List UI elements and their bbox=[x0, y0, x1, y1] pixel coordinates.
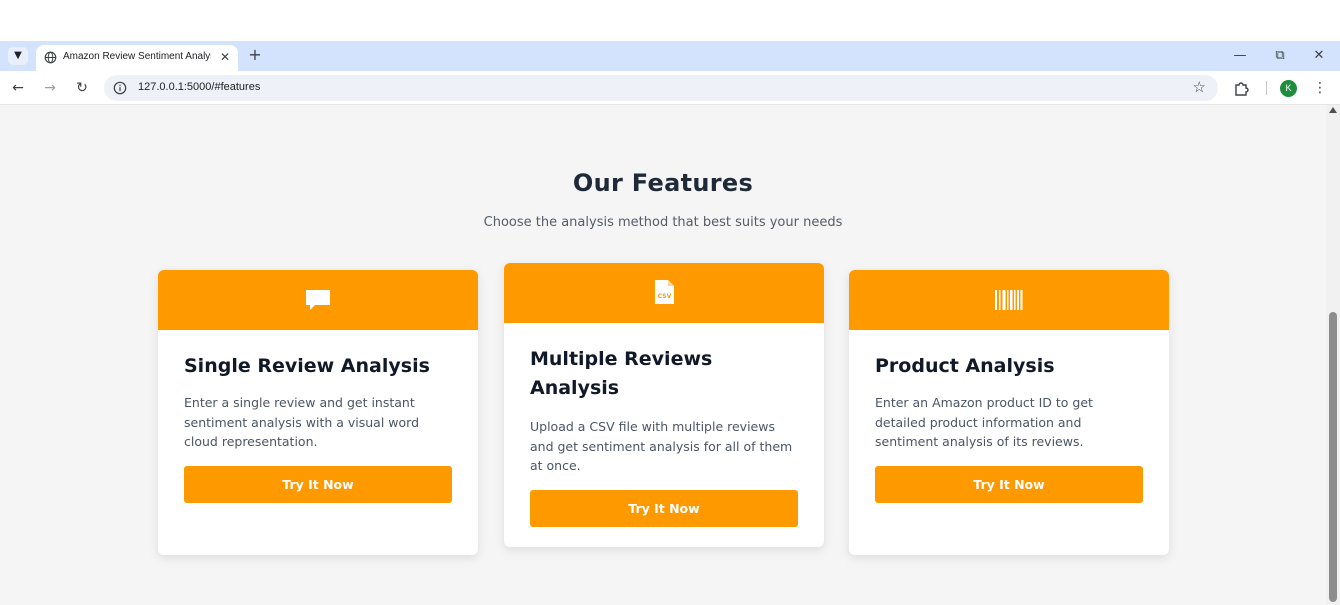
card-title: Single Review Analysis bbox=[184, 355, 430, 377]
try-it-now-button[interactable]: Try It Now bbox=[875, 465, 1143, 503]
card-description: Upload a CSV file with multiple reviews … bbox=[530, 419, 793, 473]
try-it-now-button[interactable]: Try It Now bbox=[530, 489, 798, 527]
page-scrollbar[interactable] bbox=[1326, 105, 1340, 605]
feature-card-multiple-reviews: CSV Multiple Reviews Analysis Upload a C… bbox=[504, 263, 824, 547]
close-window-icon[interactable]: ✕ bbox=[1309, 47, 1329, 65]
restore-icon[interactable]: ⧉ bbox=[1270, 47, 1290, 65]
top-blank-area bbox=[0, 0, 1340, 41]
page-viewport: Our Features Choose the analysis method … bbox=[0, 105, 1326, 605]
card-description: Enter an Amazon product ID to get detail… bbox=[875, 395, 1093, 449]
browser-toolbar: ← → ↻ 127.0.0.1:5000/#features ☆ K ⋮ bbox=[0, 71, 1340, 105]
address-bar[interactable]: 127.0.0.1:5000/#features ☆ bbox=[104, 75, 1218, 101]
card-title: Multiple Reviews Analysis bbox=[530, 348, 713, 399]
card-header bbox=[158, 270, 478, 330]
comment-icon bbox=[306, 290, 330, 310]
tab-title: Amazon Review Sentiment Analysis bbox=[63, 51, 211, 62]
scrollbar-thumb[interactable] bbox=[1329, 312, 1337, 602]
card-description: Enter a single review and get instant se… bbox=[184, 395, 420, 449]
profile-avatar[interactable]: K bbox=[1280, 80, 1297, 97]
tab-search-button[interactable]: ▼ bbox=[8, 47, 28, 65]
extensions-icon[interactable] bbox=[1233, 79, 1251, 97]
toolbar-separator bbox=[1266, 81, 1267, 95]
menu-dots-icon[interactable]: ⋮ bbox=[1313, 79, 1327, 97]
try-it-now-button[interactable]: Try It Now bbox=[184, 465, 452, 503]
svg-text:CSV: CSV bbox=[658, 293, 672, 300]
back-icon[interactable]: ← bbox=[9, 79, 27, 97]
minimize-icon[interactable]: — bbox=[1230, 47, 1250, 65]
url-text: 127.0.0.1:5000/#features bbox=[138, 81, 261, 93]
tab-strip: ▼ Amazon Review Sentiment Analysis ✕ + —… bbox=[0, 41, 1340, 71]
bookmark-star-icon[interactable]: ☆ bbox=[1193, 78, 1206, 96]
site-info-icon[interactable] bbox=[113, 81, 127, 95]
close-tab-icon[interactable]: ✕ bbox=[217, 49, 233, 65]
csv-file-icon: CSV bbox=[655, 280, 674, 304]
reload-icon[interactable]: ↻ bbox=[73, 79, 91, 97]
card-header bbox=[849, 270, 1169, 330]
new-tab-icon[interactable]: + bbox=[246, 46, 264, 64]
feature-card-single-review: Single Review Analysis Enter a single re… bbox=[158, 270, 478, 555]
scroll-up-arrow-icon[interactable] bbox=[1329, 107, 1337, 113]
card-title: Product Analysis bbox=[875, 355, 1055, 377]
features-subtitle: Choose the analysis method that best sui… bbox=[483, 215, 843, 230]
feature-card-product-analysis: Product Analysis Enter an Amazon product… bbox=[849, 270, 1169, 555]
forward-icon[interactable]: → bbox=[41, 79, 59, 97]
barcode-icon bbox=[995, 290, 1023, 310]
card-header: CSV bbox=[504, 263, 824, 323]
features-title: Our Features bbox=[572, 169, 754, 197]
active-tab[interactable]: Amazon Review Sentiment Analysis ✕ bbox=[36, 45, 238, 71]
globe-icon bbox=[44, 51, 57, 64]
